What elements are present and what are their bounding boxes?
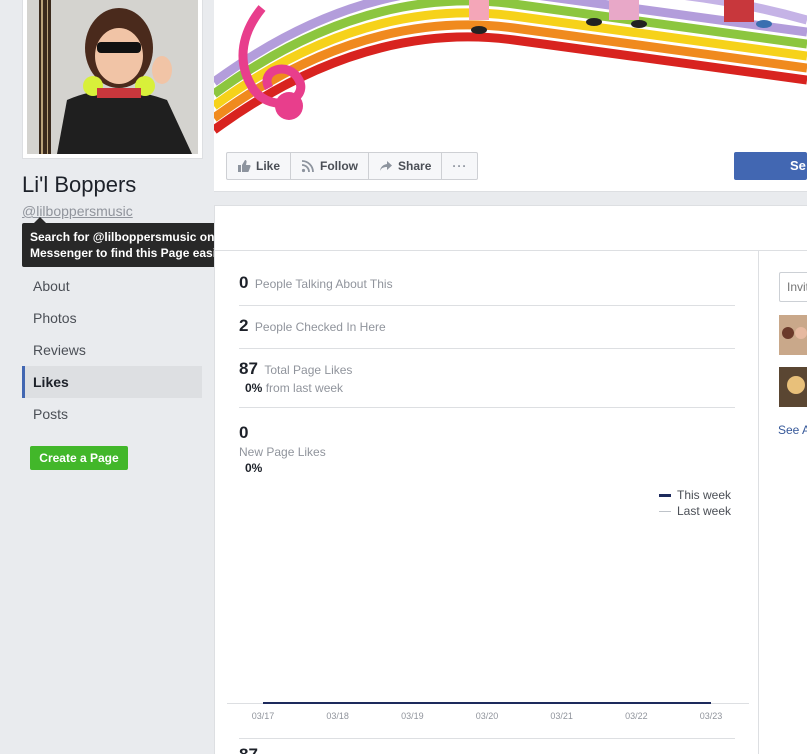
stat-talking-about: 0 People Talking About This xyxy=(239,273,735,306)
stat-total-likes-value: 87 xyxy=(239,359,258,378)
legend-last-week-swatch xyxy=(659,510,671,512)
page-sidebar-nav: About Photos Reviews Likes Posts xyxy=(22,270,202,430)
legend-this-week-label: This week xyxy=(677,488,732,502)
sidebar-item-reviews[interactable]: Reviews xyxy=(22,334,202,366)
chart-x-tick-label: 03/19 xyxy=(401,711,424,721)
stat-new-likes-change: 0% xyxy=(245,461,735,475)
chart-x-tick-label: 03/20 xyxy=(475,711,499,721)
like-button[interactable]: Like xyxy=(227,153,292,179)
legend-this-week-swatch xyxy=(659,493,671,497)
stat-new-likes-change-value: 0% xyxy=(245,461,263,475)
stat-total-likes-label: Total Page Likes xyxy=(264,363,353,377)
invite-friends-input[interactable] xyxy=(779,272,807,302)
share-button-label: Share xyxy=(398,159,432,173)
chart-x-ticks: 03/17 03/18 03/19 03/20 03/21 03/22 03/23 xyxy=(227,711,749,725)
profile-picture[interactable] xyxy=(22,0,203,159)
more-options-button[interactable]: ··· xyxy=(442,153,477,179)
share-button[interactable]: Share xyxy=(369,153,443,179)
chart-series-this-week xyxy=(263,702,711,704)
legend-last-week: Last week xyxy=(659,503,731,519)
legend-last-week-label: Last week xyxy=(677,504,732,518)
stat-total-likes-change-value: 0% xyxy=(245,381,263,395)
chart-x-tick-label: 03/21 xyxy=(550,711,573,721)
chart-x-tick-label: 03/18 xyxy=(326,711,349,721)
friend-avatar[interactable] xyxy=(779,315,807,355)
follow-button-label: Follow xyxy=(320,159,359,173)
friend-avatar[interactable] xyxy=(779,367,807,407)
next-stat-value-partial: 87 xyxy=(239,745,258,754)
follow-button[interactable]: Follow xyxy=(291,153,370,179)
sidebar-item-about[interactable]: About xyxy=(22,270,202,302)
chart-x-tick-label: 03/22 xyxy=(625,711,648,721)
send-message-label: Se xyxy=(790,158,806,173)
stat-new-likes-label: New Page Likes xyxy=(239,445,326,459)
invite-friends-panel: See All xyxy=(759,251,807,754)
legend-this-week: This week xyxy=(659,487,731,503)
stat-total-likes-change-label: from last week xyxy=(265,381,344,395)
chart-x-tick-label: 03/17 xyxy=(251,711,275,721)
section-divider xyxy=(239,738,735,739)
stat-talking-value: 0 xyxy=(239,273,249,292)
page-title: Li'l Boppers xyxy=(22,172,137,197)
send-message-button[interactable]: Se xyxy=(734,152,807,180)
stat-checked-in: 2 People Checked In Here xyxy=(239,316,735,349)
likes-card-header xyxy=(214,205,807,251)
chart-legend: This week Last week xyxy=(659,487,731,519)
page-likes-chart: 03/17 03/18 03/19 03/20 03/21 03/22 03/23 xyxy=(227,691,749,721)
sidebar-item-posts[interactable]: Posts xyxy=(22,398,202,430)
stat-total-likes: 87 Total Page Likes 0% from last week xyxy=(239,359,735,408)
cover-image xyxy=(214,0,807,142)
rss-icon xyxy=(301,160,314,173)
sidebar-item-photos[interactable]: Photos xyxy=(22,302,202,334)
thumbs-up-icon xyxy=(238,160,251,172)
stat-checked-in-label: People Checked In Here xyxy=(254,320,386,334)
sidebar-item-likes[interactable]: Likes xyxy=(22,366,202,398)
stat-total-likes-change: 0% from last week xyxy=(245,381,735,395)
like-button-label: Like xyxy=(256,159,281,173)
cover-photo[interactable] xyxy=(214,0,807,142)
stat-talking-label: People Talking About This xyxy=(254,277,393,291)
page-action-bar: Like Follow Share ··· Se xyxy=(214,142,807,192)
profile-photo xyxy=(27,0,198,154)
create-page-button[interactable]: Create a Page xyxy=(30,446,128,470)
share-arrow-icon xyxy=(380,161,393,171)
action-button-group: Like Follow Share ··· xyxy=(226,152,479,180)
likes-stats-card: 0 People Talking About This 2 People Che… xyxy=(214,251,759,754)
stat-new-likes: 0 New Page Likes 0% xyxy=(239,423,735,479)
stat-new-likes-value: 0 xyxy=(239,423,249,442)
stat-checked-in-value: 2 xyxy=(239,316,249,335)
more-dots-icon: ··· xyxy=(452,159,468,173)
see-all-link[interactable]: See All xyxy=(778,423,807,437)
chart-x-tick-label: 03/23 xyxy=(699,711,723,721)
